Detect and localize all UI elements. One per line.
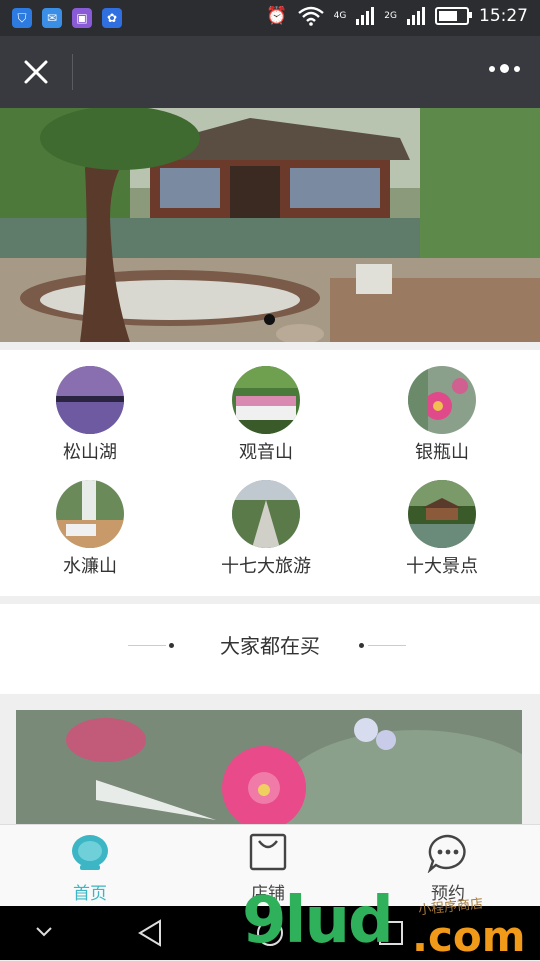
chat-icon: [427, 834, 466, 874]
category-label: 十七大旅游: [221, 556, 311, 577]
category-label: 水濂山: [63, 556, 117, 577]
message-app-icon: ✉: [42, 8, 62, 28]
clock: 15:27: [479, 6, 528, 26]
lake-thumb: [56, 366, 124, 434]
tab-label: 首页: [73, 884, 107, 904]
wifi-icon: [297, 6, 324, 26]
alarm-icon: ⏰: [266, 6, 288, 26]
waterfall-thumb: [56, 480, 124, 548]
watermark-brand: 9lud: [242, 884, 394, 958]
back-icon[interactable]: [136, 918, 164, 948]
gallery-app-icon: ▣: [72, 8, 92, 28]
category-label: 观音山: [239, 442, 293, 463]
product-card[interactable]: [16, 710, 522, 830]
carousel-indicator[interactable]: [264, 314, 275, 325]
banner-carousel[interactable]: [0, 108, 540, 342]
title-bar: [0, 36, 540, 108]
flower-thumb: [408, 366, 476, 434]
title-divider: [72, 54, 73, 90]
baidu-app-icon: ✿: [102, 8, 122, 28]
category-item-seventeen-tours[interactable]: 十七大旅游: [176, 480, 356, 578]
park-aerial-thumb: [232, 480, 300, 548]
network-label-1: 4G: [333, 11, 347, 21]
status-indicators: ⏰ 4G 2G 15:27: [266, 6, 528, 26]
category-item-yinping-mountain[interactable]: 银瓶山: [352, 366, 532, 464]
network-label-2: 2G: [384, 11, 397, 21]
mountain-pavilion-thumb: [232, 366, 300, 434]
tab-home[interactable]: 首页: [0, 833, 180, 904]
home-icon: [72, 835, 108, 870]
close-icon[interactable]: [20, 56, 52, 88]
product-image: [16, 710, 522, 830]
category-item-top-ten-sights[interactable]: 十大景点: [352, 480, 532, 578]
category-item-shuilian-mountain[interactable]: 水濂山: [0, 480, 180, 578]
category-label: 松山湖: [63, 442, 117, 463]
signal-strength-1-icon: [356, 7, 375, 25]
battery-level: [439, 11, 457, 21]
bag-icon: [249, 833, 287, 871]
signal-strength-2-icon: [407, 7, 425, 25]
more-icon[interactable]: [489, 64, 520, 73]
category-label: 银瓶山: [415, 442, 469, 463]
title-dot-right: [359, 643, 364, 648]
status-app-icons: ⛉ ✉ ▣ ✿: [12, 8, 122, 28]
title-rule-right: [368, 645, 406, 646]
status-bar: ⛉ ✉ ▣ ✿ ⏰ 4G 2G 15:27: [0, 0, 540, 36]
category-grid: 松山湖 观音山 银瓶山 水濂山 十七大旅游 十大景点: [0, 350, 540, 596]
garden-pavilion-thumb: [408, 480, 476, 548]
banner-image: [0, 108, 540, 342]
section-title: 大家都在买: [220, 634, 320, 658]
watermark-domain: .com: [412, 912, 526, 961]
chevron-down-icon[interactable]: [34, 924, 54, 938]
category-item-guanyin-mountain[interactable]: 观音山: [176, 366, 356, 464]
category-item-songshan-lake[interactable]: 松山湖: [0, 366, 180, 464]
section-header: 大家都在买: [0, 604, 540, 694]
battery-icon: [435, 7, 472, 25]
shield-app-icon: ⛉: [12, 8, 32, 28]
category-label: 十大景点: [406, 556, 478, 577]
